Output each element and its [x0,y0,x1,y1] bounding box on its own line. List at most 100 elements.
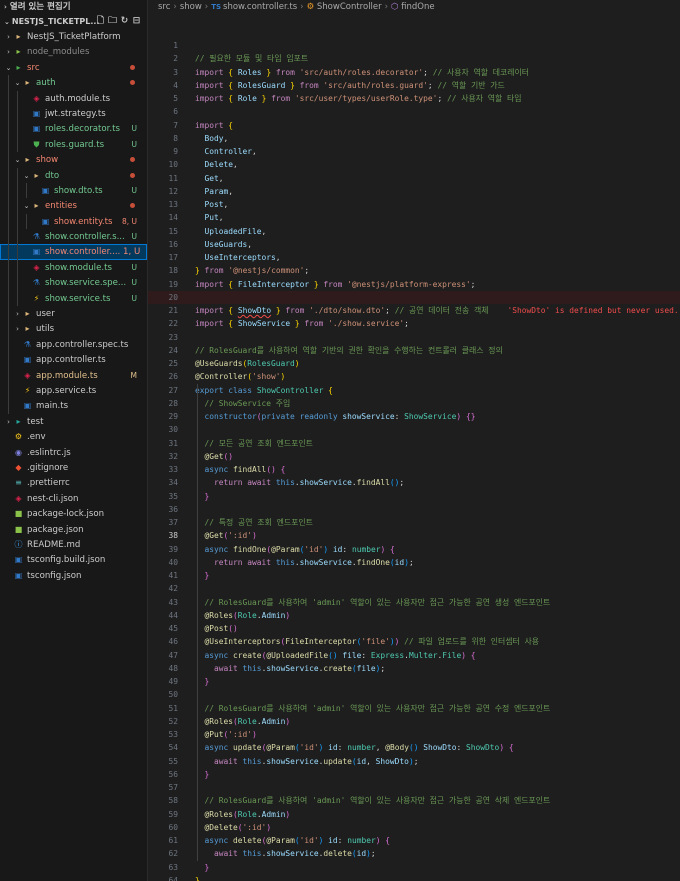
chevron-down-icon: ⌄ [23,202,30,211]
tree-item[interactable]: ⌄ ▸ show [0,152,147,168]
tree-item[interactable]: ▣ show.dto.ts U [0,182,147,199]
code-token: { [389,544,395,554]
tree-item[interactable]: ⓘ README.md [0,537,147,552]
breadcrumb-method[interactable]: findOne [401,2,434,12]
collapse-all-icon[interactable]: ⊟ [132,14,141,29]
new-file-icon[interactable]: 🗋 [96,14,105,29]
tree-item[interactable]: ◈ show.module.ts U [0,259,147,276]
code-line: 5 import { Role } from 'src/user/types/us… [148,92,680,105]
code-line: 62 await this.showService.delete(id); [148,847,680,860]
tree-item[interactable]: ⚗ show.controller.s... U [0,229,147,245]
code-token: file [356,663,376,673]
code-line: 28 // ShowService 주입 [148,397,680,410]
tree-item[interactable]: ⛊ roles.guard.ts U [0,136,147,153]
code-line: 16 UseGuards, [148,238,680,251]
tree-item-label: src [27,62,40,73]
code-token: ; [380,663,386,673]
code-token: ; [385,306,395,315]
tree-item[interactable]: › ▸ NestJS_TicketPlatform [0,29,147,44]
code-token: ':id' [228,730,253,739]
tree-item[interactable]: ▣ tsconfig.json [0,568,147,583]
tree-item[interactable]: ■ package-lock.json [0,506,147,521]
git-status-badge: U [131,278,138,288]
code-area[interactable]: 1 2// 필요한 모듈 및 타입 임포트 3 import { Roles } fr… [148,39,680,881]
chevron-right-icon: › [7,417,10,426]
line-number: 22 [168,319,178,329]
line-number: 25 [168,359,178,368]
tree-item[interactable]: ⌄ ▸ src [0,60,147,75]
tree-item[interactable]: ⌄ ▸ auth [0,75,147,91]
code-token: class [228,385,253,395]
tree-item[interactable]: › ▸ node_modules [0,44,147,59]
tree-item[interactable]: ▣ show.entity.ts 8, U [0,213,147,230]
line-number: 21 [168,306,178,315]
tree-item[interactable]: ▣ show.controller.... 1, U [0,244,147,260]
line-number: 39 [168,544,178,554]
new-folder-icon[interactable]: 🗀 [108,14,117,29]
tree-item[interactable]: ⚡ show.service.ts U [0,290,147,307]
tree-item[interactable]: ▣ roles.decorator.ts U [0,121,147,137]
breadcrumb-src[interactable]: src [158,2,170,12]
code-token: import [195,80,224,90]
tree-item[interactable]: ◈ nest-cli.json [0,491,147,506]
tree-item[interactable]: ≡ .prettierrc [0,475,147,490]
indent-guide [8,306,9,322]
indent-guide [8,198,9,214]
tree-item[interactable]: ▣ tsconfig.build.json [0,552,147,567]
tree-item[interactable]: ⚡ app.service.ts [0,382,147,399]
tree-item[interactable]: ▣ jwt.strategy.ts [0,105,147,122]
code-line: 19 import { FileInterceptor } from '@nest… [148,278,680,291]
tree-item[interactable]: › ▸ utils [0,321,147,337]
indent-guide [8,244,9,260]
nest-module-icon: ◈ [33,93,40,103]
tree-item[interactable]: ⌄ ▸ dto [0,167,147,183]
indent-guide [26,182,27,199]
tree-item[interactable]: ◈ app.module.ts M [0,367,147,383]
indent-guide [8,398,9,414]
tree-item[interactable]: ▣ app.controller.ts [0,352,147,368]
tree-item-label: jwt.strategy.ts [45,108,106,119]
tree-item[interactable]: ⚗ show.service.spe... U [0,275,147,291]
code-line: 20 [148,290,680,304]
tree-item[interactable]: ◆ .gitignore [0,460,147,475]
tree-item[interactable]: › ▸ user [0,306,147,322]
explorer-sidebar: › 열려 있는 편집기 ⌄ NESTJS_TICKETPL... 🗋 🗀 ↻ ⊟ ›… [0,0,148,881]
code-token: @Param [266,836,295,845]
code-line: 63 } [148,861,680,874]
line-number: 28 [168,398,178,408]
code-token: file [342,650,362,660]
code-token: 'id' [299,743,319,753]
code-token: ; [413,756,419,766]
refresh-icon[interactable]: ↻ [120,14,129,29]
tree-item[interactable]: ◉ .eslintrc.js [0,445,147,460]
tree-item[interactable]: ⚙ .env [0,429,147,444]
open-editors-header[interactable]: › 열려 있는 편집기 [0,0,147,14]
code-token: } [204,571,210,580]
indent-guide [17,290,18,307]
line-number: 20 [168,292,178,302]
breadcrumb-file[interactable]: show.controller.ts [223,2,297,12]
line-number: 7 [173,120,178,130]
line-number: 45 [168,624,178,633]
code-text: UseInterceptors, [195,251,281,264]
code-text: // RolesGuard를 사용하여 역할 기반의 권한 확인을 수행하는 컨… [195,344,503,357]
tree-item[interactable]: ⌄ ▸ entities [0,198,147,214]
code-token: delete [233,836,262,845]
breadcrumb-show[interactable]: show [180,2,202,12]
test-icon: ⚗ [32,232,41,242]
tree-item[interactable]: ◈ auth.module.ts [0,90,147,106]
tree-item[interactable]: ⚗ app.controller.spec.ts [0,336,147,353]
chevron-down-icon: ⌄ [5,63,12,72]
line-number: 33 [168,465,178,474]
breadcrumb-class[interactable]: ShowController [317,2,382,12]
project-section-header[interactable]: ⌄ NESTJS_TICKETPL... 🗋 🗀 ↻ ⊟ [0,14,147,29]
code-line: 9 Controller, [148,145,680,158]
tree-item[interactable]: › ▸ test [0,414,147,429]
code-text: @UseInterceptors(FileInterceptor('file')… [195,635,540,648]
tree-item[interactable]: ■ package.json [0,522,147,537]
indent-guide [8,182,9,199]
tree-item-label: tsconfig.json [27,570,82,581]
tree-item[interactable]: ▣ main.ts [0,398,147,414]
